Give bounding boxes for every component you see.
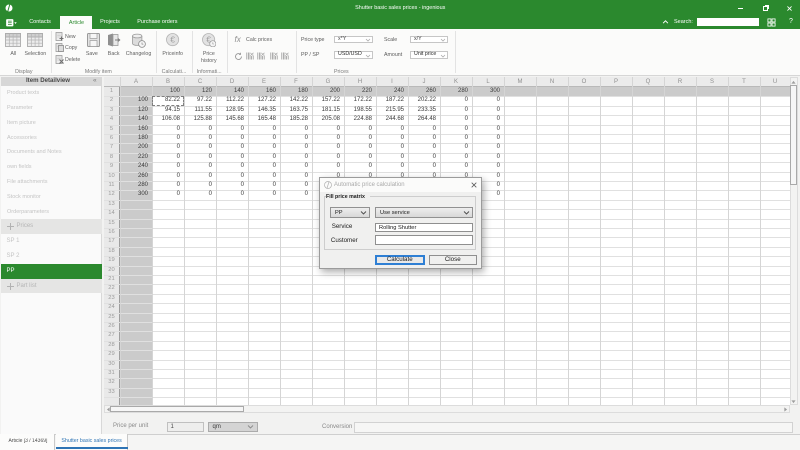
svg-text:€: €	[170, 34, 175, 44]
